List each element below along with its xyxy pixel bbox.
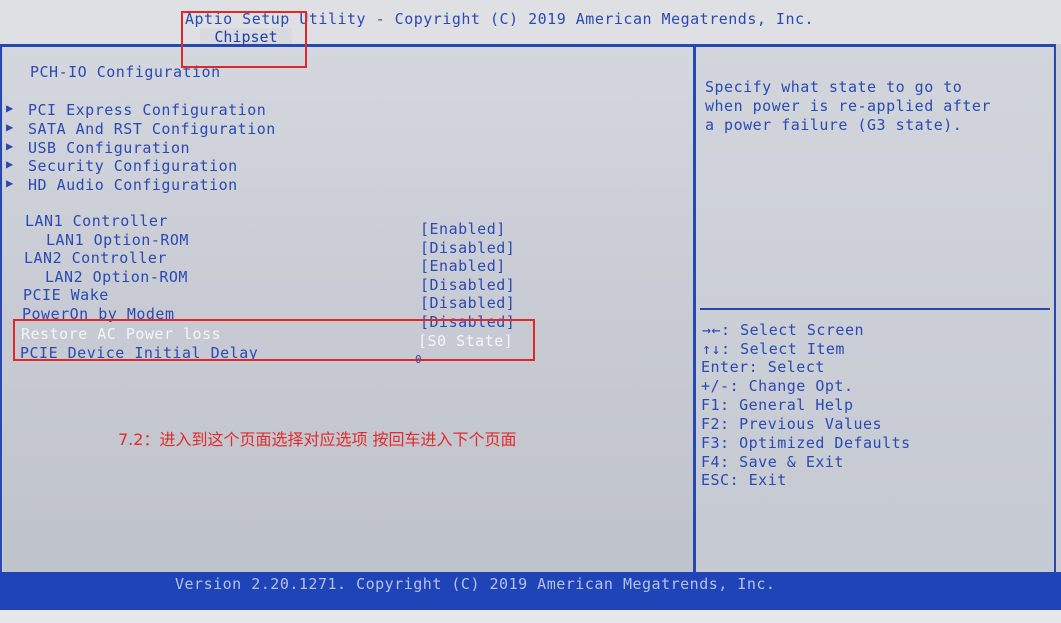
key-hint: F4: Save & Exit (701, 453, 844, 471)
help-divider (700, 308, 1050, 310)
setting-label: LAN1 Controller (25, 212, 168, 230)
key-hint: F2: Previous Values (701, 415, 883, 433)
help-line: Specify what state to go to (705, 78, 963, 96)
submenu-label: Security Configuration (28, 157, 238, 175)
key-hint: →←: Select Screen (702, 321, 865, 339)
submenu-label: USB Configuration (28, 139, 191, 157)
setting-label: PCIE Wake (23, 286, 109, 304)
setting-value[interactable]: [Disabled] (420, 239, 515, 257)
submenu-label: PCI Express Configuration (28, 101, 267, 119)
key-hint: ESC: Exit (701, 471, 787, 489)
setting-value[interactable]: [Disabled] (420, 276, 515, 294)
triangle-right-icon: ▶ (6, 120, 14, 134)
triangle-right-icon: ▶ (6, 176, 14, 190)
help-line: when power is re-applied after (705, 97, 991, 115)
key-hint: ↑↓: Select Item (702, 340, 845, 358)
setting-value[interactable]: [Disabled] (420, 294, 515, 312)
help-line: a power failure (G3 state). (705, 116, 963, 134)
key-hint: F1: General Help (701, 396, 854, 414)
annotation-text: 7.2：进入到这个页面选择对应选项 按回车进入下个页面 (118, 430, 517, 449)
version-text: Version 2.20.1271. Copyright (C) 2019 Am… (175, 575, 776, 593)
annotation-box-chipset-tab (181, 11, 307, 68)
setting-value[interactable]: [Enabled] (420, 257, 506, 275)
screen-bezel (0, 610, 1061, 623)
setting-value[interactable]: [Enabled] (420, 220, 506, 238)
key-hint: +/-: Change Opt. (701, 377, 854, 395)
setting-label: LAN2 Controller (24, 249, 167, 267)
key-hint: Enter: Select (701, 358, 825, 376)
setting-label: LAN2 Option-ROM (45, 268, 188, 286)
submenu-label: HD Audio Configuration (28, 176, 238, 194)
triangle-right-icon: ▶ (6, 101, 14, 115)
submenu-label: SATA And RST Configuration (28, 120, 276, 138)
annotation-box-restore-ac (13, 319, 535, 361)
key-hint: F3: Optimized Defaults (701, 434, 911, 452)
setting-label: LAN1 Option-ROM (46, 231, 189, 249)
triangle-right-icon: ▶ (6, 157, 14, 171)
triangle-right-icon: ▶ (6, 139, 14, 153)
